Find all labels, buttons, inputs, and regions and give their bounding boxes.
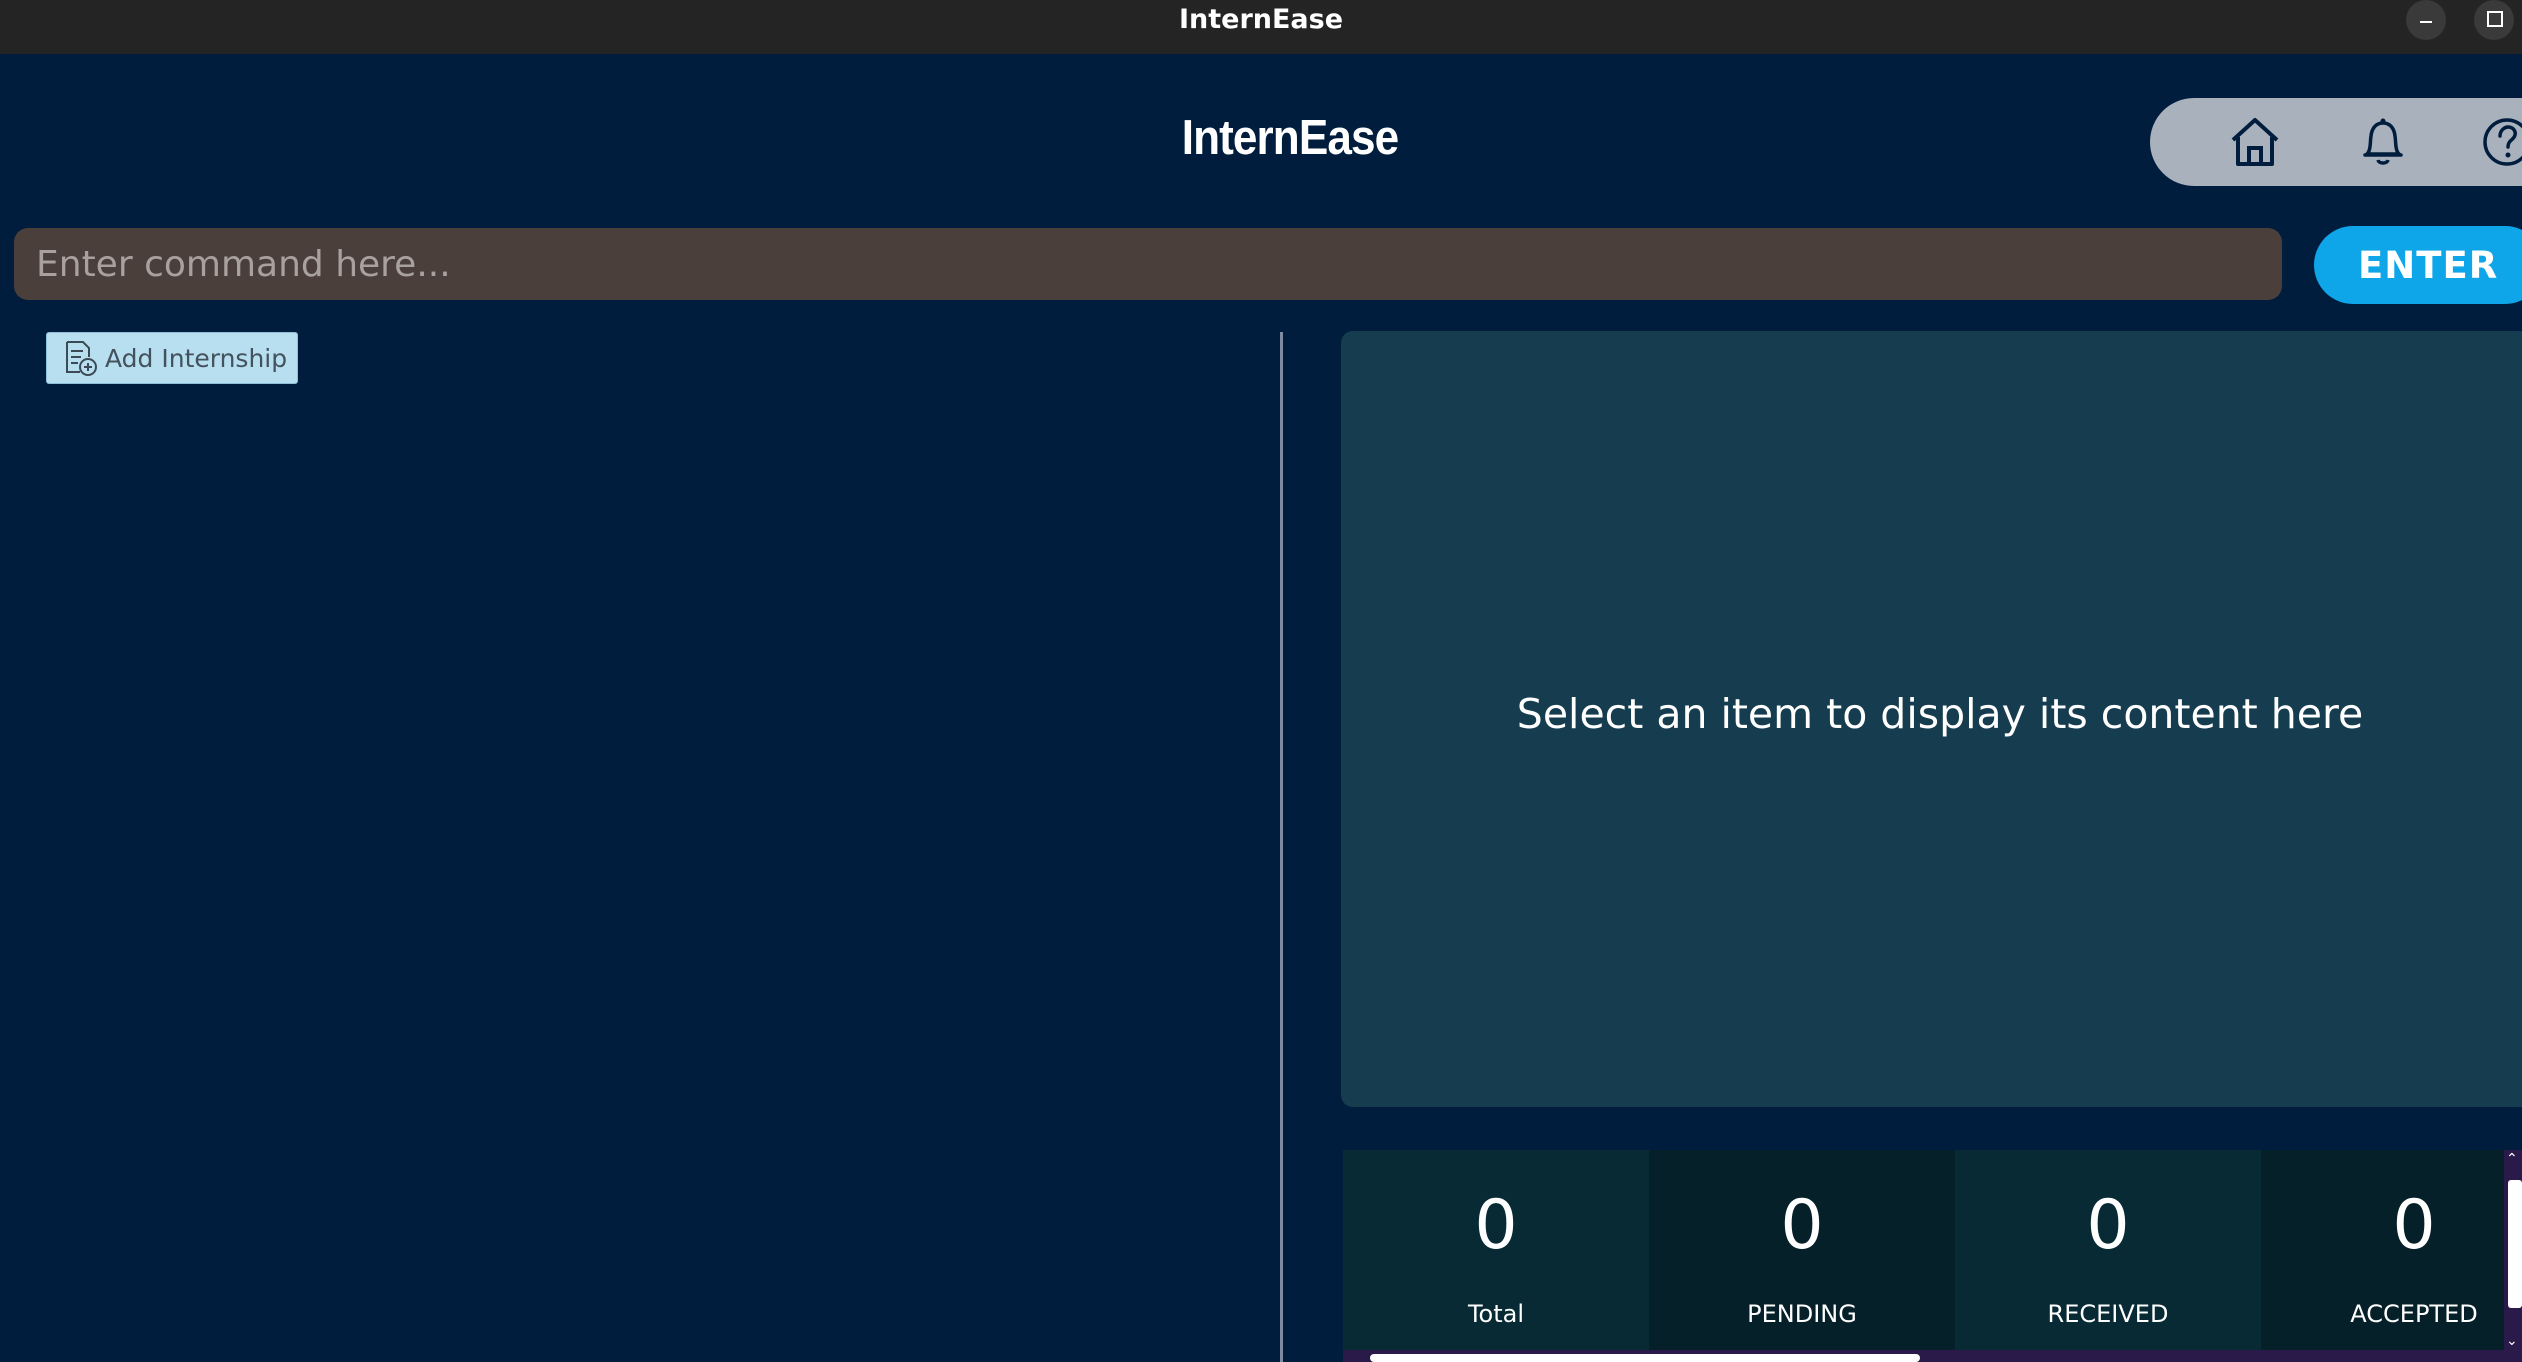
stat-total-label: Total [1467,1300,1525,1328]
home-icon[interactable] [2225,112,2285,172]
stat-received-label: RECEIVED [2047,1300,2169,1328]
stat-pending-value: 0 [1780,1186,1824,1265]
add-document-icon [66,341,97,376]
stats-vertical-scroll-thumb[interactable] [2508,1180,2522,1308]
add-internship-label: Add Internship [105,343,288,373]
scroll-up-icon[interactable]: ⌃ [2506,1152,2522,1166]
detail-placeholder-text: Select an item to display its content he… [1516,690,2364,738]
scroll-down-icon[interactable]: ⌄ [2506,1334,2522,1348]
nav-bar [2150,98,2522,186]
stat-received-value: 0 [2086,1186,2130,1265]
stat-received: 0 RECEIVED [1955,1150,2261,1350]
stats-horizontal-scroll-thumb[interactable] [1370,1354,1920,1362]
stat-pending-label: PENDING [1747,1300,1857,1328]
panel-divider[interactable] [1280,332,1283,1362]
help-icon[interactable] [2477,112,2522,172]
app-title: InternEase [1181,111,1399,165]
window-title: InternEase [1178,4,1344,35]
window-titlebar: InternEase [0,0,2522,54]
bell-icon[interactable] [2353,112,2413,172]
stat-total: 0 Total [1343,1150,1649,1350]
minimize-button[interactable] [2406,0,2446,40]
stat-pending: 0 PENDING [1649,1150,1955,1350]
add-internship-button[interactable]: Add Internship [46,332,298,384]
maximize-button[interactable] [2474,0,2514,40]
enter-button[interactable]: ENTER [2314,226,2522,304]
stat-accepted-label: ACCEPTED [2350,1300,2478,1328]
stat-accepted: 0 ACCEPTED [2261,1150,2522,1350]
stat-accepted-value: 0 [2392,1186,2436,1265]
stat-total-value: 0 [1474,1186,1518,1265]
command-input[interactable] [14,228,2282,300]
